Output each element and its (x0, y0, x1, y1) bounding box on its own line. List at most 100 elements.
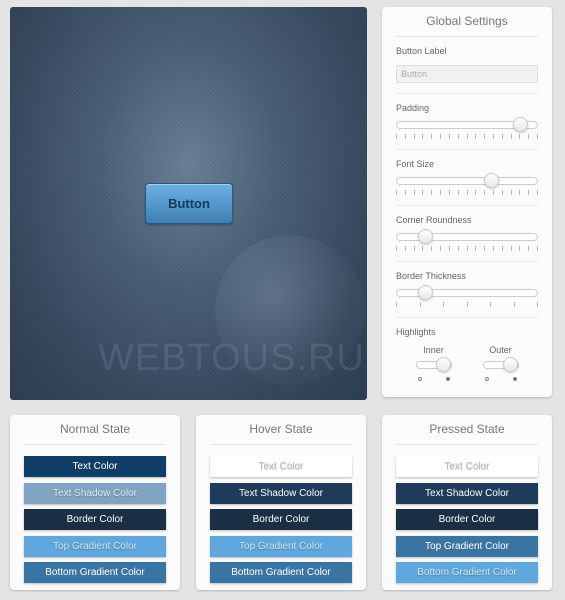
tick-mark (519, 190, 521, 195)
tick-mark (404, 134, 406, 139)
tick-mark (501, 134, 503, 139)
border-thickness-slider[interactable] (396, 285, 538, 300)
tick-mark (484, 190, 486, 195)
panel-title: Normal State (24, 415, 166, 445)
slider-ticks (396, 190, 538, 195)
tick-mark (448, 134, 450, 139)
tick-mark (537, 302, 538, 307)
tick-mark (528, 246, 530, 251)
tick-mark (457, 134, 459, 139)
tick-mark (519, 246, 521, 251)
font-size-label: Font Size (396, 159, 435, 169)
slider-ticks (396, 246, 538, 251)
top-gradient-color-swatch[interactable]: Top Gradient Color (396, 535, 538, 557)
watermark: WEBTOUS.RU (98, 337, 365, 379)
tick-mark (537, 134, 538, 139)
tick-mark (422, 190, 424, 195)
border-color-swatch[interactable]: Border Color (396, 509, 538, 530)
tick-mark (475, 134, 477, 139)
slider-handle[interactable] (418, 229, 433, 244)
on-dot-icon (445, 377, 450, 381)
button-preview: WEBTOUS.RU Button (10, 7, 367, 400)
slider-handle[interactable] (513, 117, 529, 132)
text-color-swatch[interactable]: Text Color (24, 456, 166, 477)
tick-mark (537, 190, 538, 195)
inner-label: Inner (423, 345, 444, 355)
tick-mark (510, 190, 512, 195)
tick-mark (492, 190, 494, 195)
tick-mark (484, 246, 486, 251)
slider-ticks (396, 302, 538, 307)
corner-roundness-label: Corner Roundness (396, 215, 472, 225)
text-shadow-color-swatch[interactable]: Text Shadow Color (210, 482, 352, 504)
text-shadow-color-swatch[interactable]: Text Shadow Color (396, 482, 538, 504)
tick-mark (501, 246, 503, 251)
tick-mark (492, 246, 494, 251)
tick-mark (448, 246, 450, 251)
toggle-handle[interactable] (436, 357, 452, 372)
on-dot-icon (512, 377, 517, 381)
padding-slider[interactable] (396, 117, 538, 132)
tick-mark (419, 302, 421, 307)
tick-mark (475, 246, 477, 251)
tick-mark (501, 190, 503, 195)
tick-mark (396, 134, 397, 139)
tick-mark (510, 246, 512, 251)
tick-mark (413, 134, 415, 139)
slider-handle[interactable] (483, 173, 499, 188)
off-dot-icon (417, 377, 422, 381)
tick-mark (431, 190, 433, 195)
tick-mark (413, 246, 415, 251)
tick-mark (396, 302, 397, 307)
panel-title: Pressed State (396, 415, 538, 445)
bottom-gradient-color-swatch[interactable]: Bottom Gradient Color (24, 562, 166, 583)
tick-mark (404, 246, 406, 251)
tick-mark (440, 134, 442, 139)
tick-mark (448, 190, 450, 195)
tick-mark (431, 246, 433, 251)
tick-mark (457, 190, 459, 195)
tick-mark (528, 134, 530, 139)
tick-mark (440, 246, 442, 251)
text-color-swatch[interactable]: Text Color (210, 456, 352, 477)
tick-mark (443, 302, 444, 307)
tick-mark (528, 190, 530, 195)
font-size-slider[interactable] (396, 173, 538, 188)
border-color-swatch[interactable]: Border Color (24, 509, 166, 530)
bottom-gradient-color-swatch[interactable]: Bottom Gradient Color (210, 562, 352, 583)
tick-mark (537, 246, 538, 251)
corner-roundness-slider[interactable] (396, 229, 538, 244)
panel-title: Hover State (210, 415, 352, 445)
top-gradient-color-swatch[interactable]: Top Gradient Color (24, 535, 166, 557)
toggle-handle[interactable] (503, 357, 519, 372)
slider-handle[interactable] (418, 285, 433, 300)
button-label-input[interactable] (396, 65, 538, 83)
panel-title: Global Settings (396, 7, 538, 37)
border-thickness-label: Border Thickness (396, 271, 466, 281)
text-shadow-color-swatch[interactable]: Text Shadow Color (24, 482, 166, 504)
highlights-label: Highlights (396, 327, 436, 337)
tick-mark (440, 190, 442, 195)
tick-mark (422, 134, 424, 139)
pressed-state-panel: Pressed State Text Color Text Shadow Color… (382, 415, 552, 590)
bottom-gradient-color-swatch[interactable]: Bottom Gradient Color (396, 562, 538, 583)
slider-ticks (396, 134, 538, 139)
hover-state-panel: Hover State Text Color Text Shadow Color Bo… (196, 415, 366, 590)
text-color-swatch[interactable]: Text Color (396, 456, 538, 477)
button-label-label: Button Label (396, 46, 447, 56)
tick-mark (396, 190, 397, 195)
tick-mark (396, 246, 397, 251)
preview-button[interactable]: Button (145, 183, 233, 224)
tick-mark (457, 246, 459, 251)
tick-mark (484, 134, 486, 139)
border-color-swatch[interactable]: Border Color (210, 509, 352, 530)
tick-mark (492, 134, 494, 139)
tick-mark (466, 134, 468, 139)
inner-highlight-toggle[interactable] (415, 357, 452, 372)
tick-mark (466, 246, 468, 251)
top-gradient-color-swatch[interactable]: Top Gradient Color (210, 535, 352, 557)
tick-mark (510, 134, 512, 139)
tick-mark (404, 190, 406, 195)
off-dot-icon (484, 377, 489, 381)
outer-highlight-toggle[interactable] (482, 357, 519, 372)
